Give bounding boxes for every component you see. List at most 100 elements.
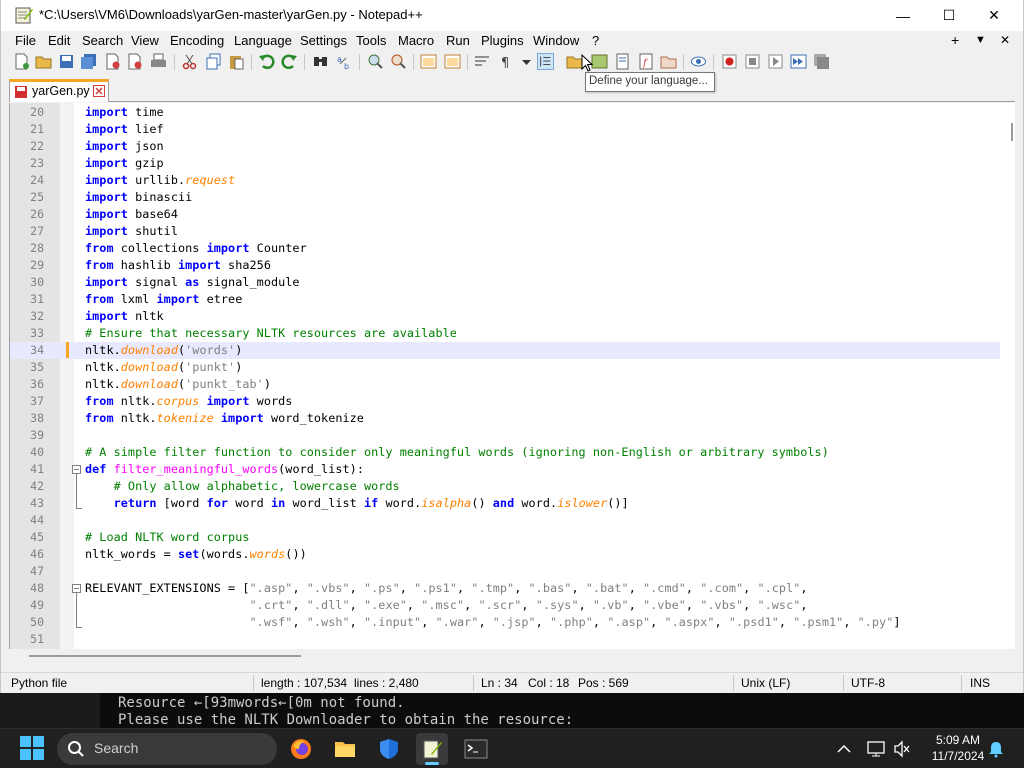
code-line[interactable]: 20 import time <box>10 104 1000 121</box>
maximize-button[interactable]: ☐ <box>926 0 972 31</box>
stop-macro-icon[interactable] <box>744 53 761 70</box>
vertical-scrollbar[interactable] <box>1007 103 1015 649</box>
fold-toggle[interactable] <box>72 465 81 474</box>
monitoring-eye-icon[interactable] <box>690 53 707 70</box>
code-line[interactable]: 40 # A simple filter function to consider… <box>10 444 1000 461</box>
code-line[interactable]: 24 import urllib.request <box>10 172 1000 189</box>
zoom-out-icon[interactable] <box>390 53 407 70</box>
menu-encoding[interactable]: Encoding <box>170 33 224 48</box>
start-windows-icon[interactable] <box>20 736 44 760</box>
minimize-button[interactable]: — <box>880 0 926 31</box>
taskbar-search[interactable]: Search <box>57 733 277 765</box>
menu-tools[interactable]: Tools <box>356 33 386 48</box>
menu-window[interactable]: Window <box>533 33 579 48</box>
menu-macro[interactable]: Macro <box>398 33 434 48</box>
code-line[interactable]: 30 import signal as signal_module <box>10 274 1000 291</box>
code-line[interactable]: 35 nltk.download('punkt') <box>10 359 1000 376</box>
new-tab-icon[interactable]: + <box>951 32 959 48</box>
indent-guide-icon[interactable] <box>537 53 554 70</box>
undo-icon[interactable] <box>258 53 275 70</box>
replace-icon[interactable]: ab <box>336 53 353 70</box>
firefox-taskbar-button[interactable] <box>285 733 317 765</box>
code-line[interactable]: 22 import json <box>10 138 1000 155</box>
status-insert-mode[interactable]: INS <box>970 676 990 690</box>
code-line[interactable]: 46 nltk_words = set(words.words()) <box>10 546 1000 563</box>
code-line[interactable]: 29 from hashlib import sha256 <box>10 257 1000 274</box>
code-line[interactable]: 28 from collections import Counter <box>10 240 1000 257</box>
copy-icon[interactable] <box>205 53 222 70</box>
code-line[interactable]: 32 import nltk <box>10 308 1000 325</box>
tab-list-icon[interactable]: ▼ <box>975 34 986 46</box>
sync-vertical-icon[interactable] <box>420 53 437 70</box>
volume-muted-icon[interactable] <box>893 740 911 758</box>
zoom-in-icon[interactable] <box>367 53 384 70</box>
cut-icon[interactable] <box>181 53 198 70</box>
tab-yargen-py[interactable]: yarGen.py <box>9 79 109 102</box>
scrollbar-thumb[interactable] <box>1011 123 1013 141</box>
sync-horizontal-icon[interactable] <box>444 53 461 70</box>
code-line[interactable]: 47 <box>10 563 1000 580</box>
code-line[interactable]: 26 import base64 <box>10 206 1000 223</box>
scrollbar-thumb[interactable] <box>29 655 301 657</box>
system-clock[interactable]: 5:09 AM 11/7/2024 <box>928 732 988 764</box>
close-all-icon[interactable] <box>126 53 143 70</box>
terminal-taskbar-button[interactable] <box>460 733 492 765</box>
code-line[interactable]: 41 def filter_meaningful_words(word_list)… <box>10 461 1000 478</box>
menu-view[interactable]: View <box>131 33 159 48</box>
security-taskbar-button[interactable] <box>373 733 405 765</box>
show-all-chars-icon[interactable]: ¶ <box>498 53 515 70</box>
code-line[interactable]: 50 ".wsf", ".wsh", ".input", ".war", ".j… <box>10 614 1000 631</box>
function-list-icon[interactable]: f <box>638 53 655 70</box>
code-line[interactable]: 23 import gzip <box>10 155 1000 172</box>
code-line[interactable]: 34 nltk.download('words') <box>10 342 1000 359</box>
tab-close-icon[interactable] <box>93 85 105 97</box>
code-line[interactable]: 33 # Ensure that necessary NLTK resources… <box>10 325 1000 342</box>
print-icon[interactable] <box>150 53 167 70</box>
doc-list-icon[interactable] <box>614 53 631 70</box>
status-encoding[interactable]: UTF-8 <box>851 676 885 690</box>
word-wrap-icon[interactable] <box>474 53 491 70</box>
code-line[interactable]: 27 import shutil <box>10 223 1000 240</box>
code-line[interactable]: 37 from nltk.corpus import words <box>10 393 1000 410</box>
menu-help[interactable]: ? <box>592 33 599 48</box>
code-line[interactable]: 21 import lief <box>10 121 1000 138</box>
redo-icon[interactable] <box>281 53 298 70</box>
code-editor[interactable]: 20 import time 21 import lief 22 import json 2… <box>9 103 1015 649</box>
network-icon[interactable] <box>866 740 886 758</box>
notification-bell-icon[interactable] <box>988 740 1004 758</box>
code-line[interactable]: 43 return [word for word in word_list if… <box>10 495 1000 512</box>
save-macro-icon[interactable] <box>813 53 830 70</box>
menu-language[interactable]: Language <box>234 33 292 48</box>
code-line[interactable]: 42 # Only allow alphabetic, lowercase wo… <box>10 478 1000 495</box>
menu-search[interactable]: Search <box>82 33 123 48</box>
close-button[interactable]: ✕ <box>971 0 1017 31</box>
code-line[interactable]: 48 RELEVANT_EXTENSIONS = [".asp", ".vbs",… <box>10 580 1000 597</box>
paste-icon[interactable] <box>228 53 245 70</box>
run-macro-multiple-icon[interactable] <box>790 53 807 70</box>
dropdown-arrow-icon[interactable] <box>518 53 535 70</box>
menu-settings[interactable]: Settings <box>300 33 347 48</box>
status-eol[interactable]: Unix (LF) <box>741 676 790 690</box>
code-line[interactable]: 45 # Load NLTK word corpus <box>10 529 1000 546</box>
terminal-window[interactable]: Resource ←[93mwords←[0m not found. Pleas… <box>100 690 1024 728</box>
fold-toggle[interactable] <box>72 584 81 593</box>
new-file-icon[interactable] <box>13 53 30 70</box>
doc-map-icon[interactable] <box>591 53 608 70</box>
folder-workspace-icon[interactable] <box>660 53 677 70</box>
code-line[interactable]: 39 <box>10 427 1000 444</box>
save-all-icon[interactable] <box>80 53 97 70</box>
menu-edit[interactable]: Edit <box>48 33 70 48</box>
code-line[interactable]: 44 <box>10 512 1000 529</box>
code-line[interactable]: 38 from nltk.tokenize import word_tokeniz… <box>10 410 1000 427</box>
code-line[interactable]: 51 <box>10 631 1000 648</box>
record-macro-icon[interactable] <box>721 53 738 70</box>
menu-file[interactable]: File <box>15 33 36 48</box>
title-bar[interactable]: *C:\Users\VM6\Downloads\yarGen-master\ya… <box>1 0 1023 31</box>
file-explorer-taskbar-button[interactable] <box>329 733 361 765</box>
horizontal-scrollbar[interactable] <box>9 650 1015 662</box>
menu-plugins[interactable]: Plugins <box>481 33 524 48</box>
code-line[interactable]: 31 from lxml import etree <box>10 291 1000 308</box>
code-line[interactable]: 25 import binascii <box>10 189 1000 206</box>
code-line[interactable]: 49 ".crt", ".dll", ".exe", ".msc", ".scr… <box>10 597 1000 614</box>
notepad-plus-plus-taskbar-button[interactable] <box>416 733 448 765</box>
